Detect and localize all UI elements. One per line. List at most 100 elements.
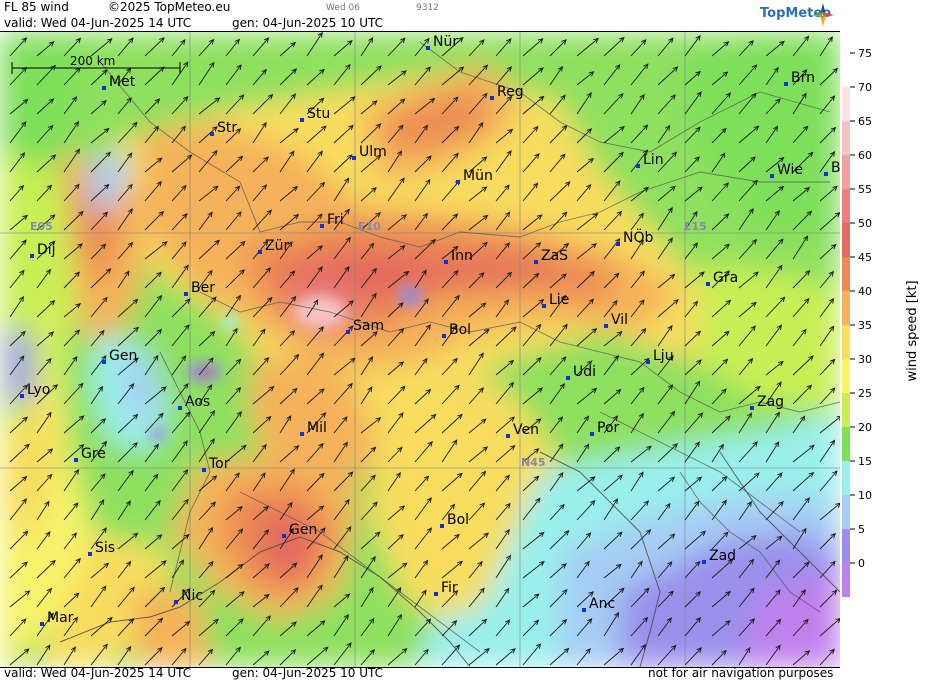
city-marker — [352, 156, 356, 160]
city-label: Zür — [265, 238, 289, 254]
city-label: Tor — [208, 456, 230, 472]
city-marker — [30, 254, 34, 258]
legend-tick-label: 5 — [858, 523, 865, 536]
footer-gen-time: gen: 04-Jun-2025 10 UTC — [232, 666, 384, 680]
wind-map[interactable]: E05 E10 E15 N45 200 km Nür Met Reg Brn Stu St… — [0, 31, 840, 668]
city-marker — [258, 250, 262, 254]
city-label: Met — [109, 74, 136, 90]
grid-label-n45: N45 — [521, 456, 546, 469]
city-label: Gen — [289, 522, 317, 538]
city-label: Nür — [433, 34, 458, 50]
city-marker — [174, 600, 178, 604]
city-marker — [636, 164, 640, 168]
city-marker — [20, 394, 24, 398]
city-marker — [426, 46, 430, 50]
legend-color-swatch — [842, 427, 850, 461]
compass-logo-icon — [812, 3, 834, 27]
legend-color-swatch — [842, 155, 850, 189]
city-label: Zad — [709, 548, 736, 564]
city-marker — [542, 304, 546, 308]
legend-color-swatch — [842, 495, 850, 529]
legend-tick-label: 0 — [858, 557, 865, 570]
city-label: Vil — [611, 312, 628, 328]
legend-color-swatch — [842, 223, 850, 257]
valid-time: valid: Wed 04-Jun-2025 14 UTC — [4, 16, 192, 30]
city-marker — [706, 282, 710, 286]
city-marker — [616, 242, 620, 246]
city-label: Dij — [37, 242, 56, 258]
city-marker — [346, 330, 350, 334]
legend-tick-label: 20 — [858, 421, 872, 434]
city-marker — [490, 96, 494, 100]
legend-tick-label: 30 — [858, 353, 872, 366]
legend-color-swatch — [842, 529, 850, 563]
city-marker — [506, 434, 510, 438]
city-label: Udi — [573, 364, 596, 380]
city-label: Inn — [451, 248, 473, 264]
city-label: Nic — [181, 588, 203, 604]
city-label: Mil — [307, 420, 327, 436]
city-label: Lie — [549, 292, 569, 308]
legend-color-swatch — [842, 189, 850, 223]
copyright: ©2025 TopMeteo.eu — [108, 0, 231, 14]
city-label: Fir — [441, 580, 458, 596]
grid-label-e15: E15 — [684, 220, 707, 233]
city-marker — [604, 324, 608, 328]
legend-tick-label: 55 — [858, 183, 872, 196]
legend-tick-label: 75 — [858, 47, 872, 60]
city-marker — [824, 172, 828, 176]
city-marker — [590, 432, 594, 436]
city-label: Stu — [307, 106, 330, 122]
city-label: Gre — [81, 446, 106, 462]
legend-color-swatch — [842, 393, 850, 427]
city-marker — [184, 292, 188, 296]
footer-valid-time: valid: Wed 04-Jun-2025 14 UTC — [4, 666, 192, 680]
legend-color-swatch — [842, 291, 850, 325]
city-marker — [440, 524, 444, 528]
city-label: B — [831, 160, 840, 176]
legend-tick-label: 25 — [858, 387, 872, 400]
legend-tick-label: 15 — [858, 455, 872, 468]
legend-tick-label: 45 — [858, 251, 872, 264]
legend-color-swatch — [842, 563, 850, 597]
city-label: Ber — [191, 280, 215, 296]
city-marker — [534, 260, 538, 264]
legend-tick-label: 10 — [858, 489, 872, 502]
city-label: NÖb — [623, 228, 653, 246]
legend-tick-label: 40 — [858, 285, 872, 298]
legend-color-swatch — [842, 53, 850, 87]
city-label: Fri — [327, 212, 344, 228]
city-marker — [566, 376, 570, 380]
legend-color-swatch — [842, 87, 850, 121]
scale-bar-label: 200 km — [70, 54, 115, 68]
city-marker — [646, 360, 650, 364]
legend-tick-label: 65 — [858, 115, 872, 128]
legend-color-swatch — [842, 121, 850, 155]
city-label: Sis — [95, 540, 115, 556]
day-tab[interactable]: Wed 06 — [326, 3, 360, 13]
legend-title: wind speed [kt] — [905, 280, 920, 381]
city-label: Aos — [185, 394, 210, 410]
city-marker — [444, 260, 448, 264]
legend-color-swatch — [842, 257, 850, 291]
city-marker — [434, 592, 438, 596]
city-marker — [456, 180, 460, 184]
city-marker — [442, 334, 446, 338]
gen-time: gen: 04-Jun-2025 10 UTC — [232, 16, 384, 30]
city-marker — [300, 118, 304, 122]
city-marker — [202, 468, 206, 472]
city-label: Wie — [777, 162, 803, 178]
city-marker — [770, 174, 774, 178]
city-marker — [74, 458, 78, 462]
city-label: Mün — [463, 168, 493, 184]
city-label: Lju — [653, 348, 674, 364]
city-marker — [102, 86, 106, 90]
city-label: ZaS — [541, 248, 568, 264]
footer-disclaimer: not for air navigation purposes — [648, 666, 834, 680]
city-label: Sam — [353, 318, 384, 334]
city-marker — [40, 622, 44, 626]
city-label: Brn — [791, 70, 815, 86]
city-marker — [750, 406, 754, 410]
city-marker — [320, 224, 324, 228]
city-marker — [102, 360, 106, 364]
